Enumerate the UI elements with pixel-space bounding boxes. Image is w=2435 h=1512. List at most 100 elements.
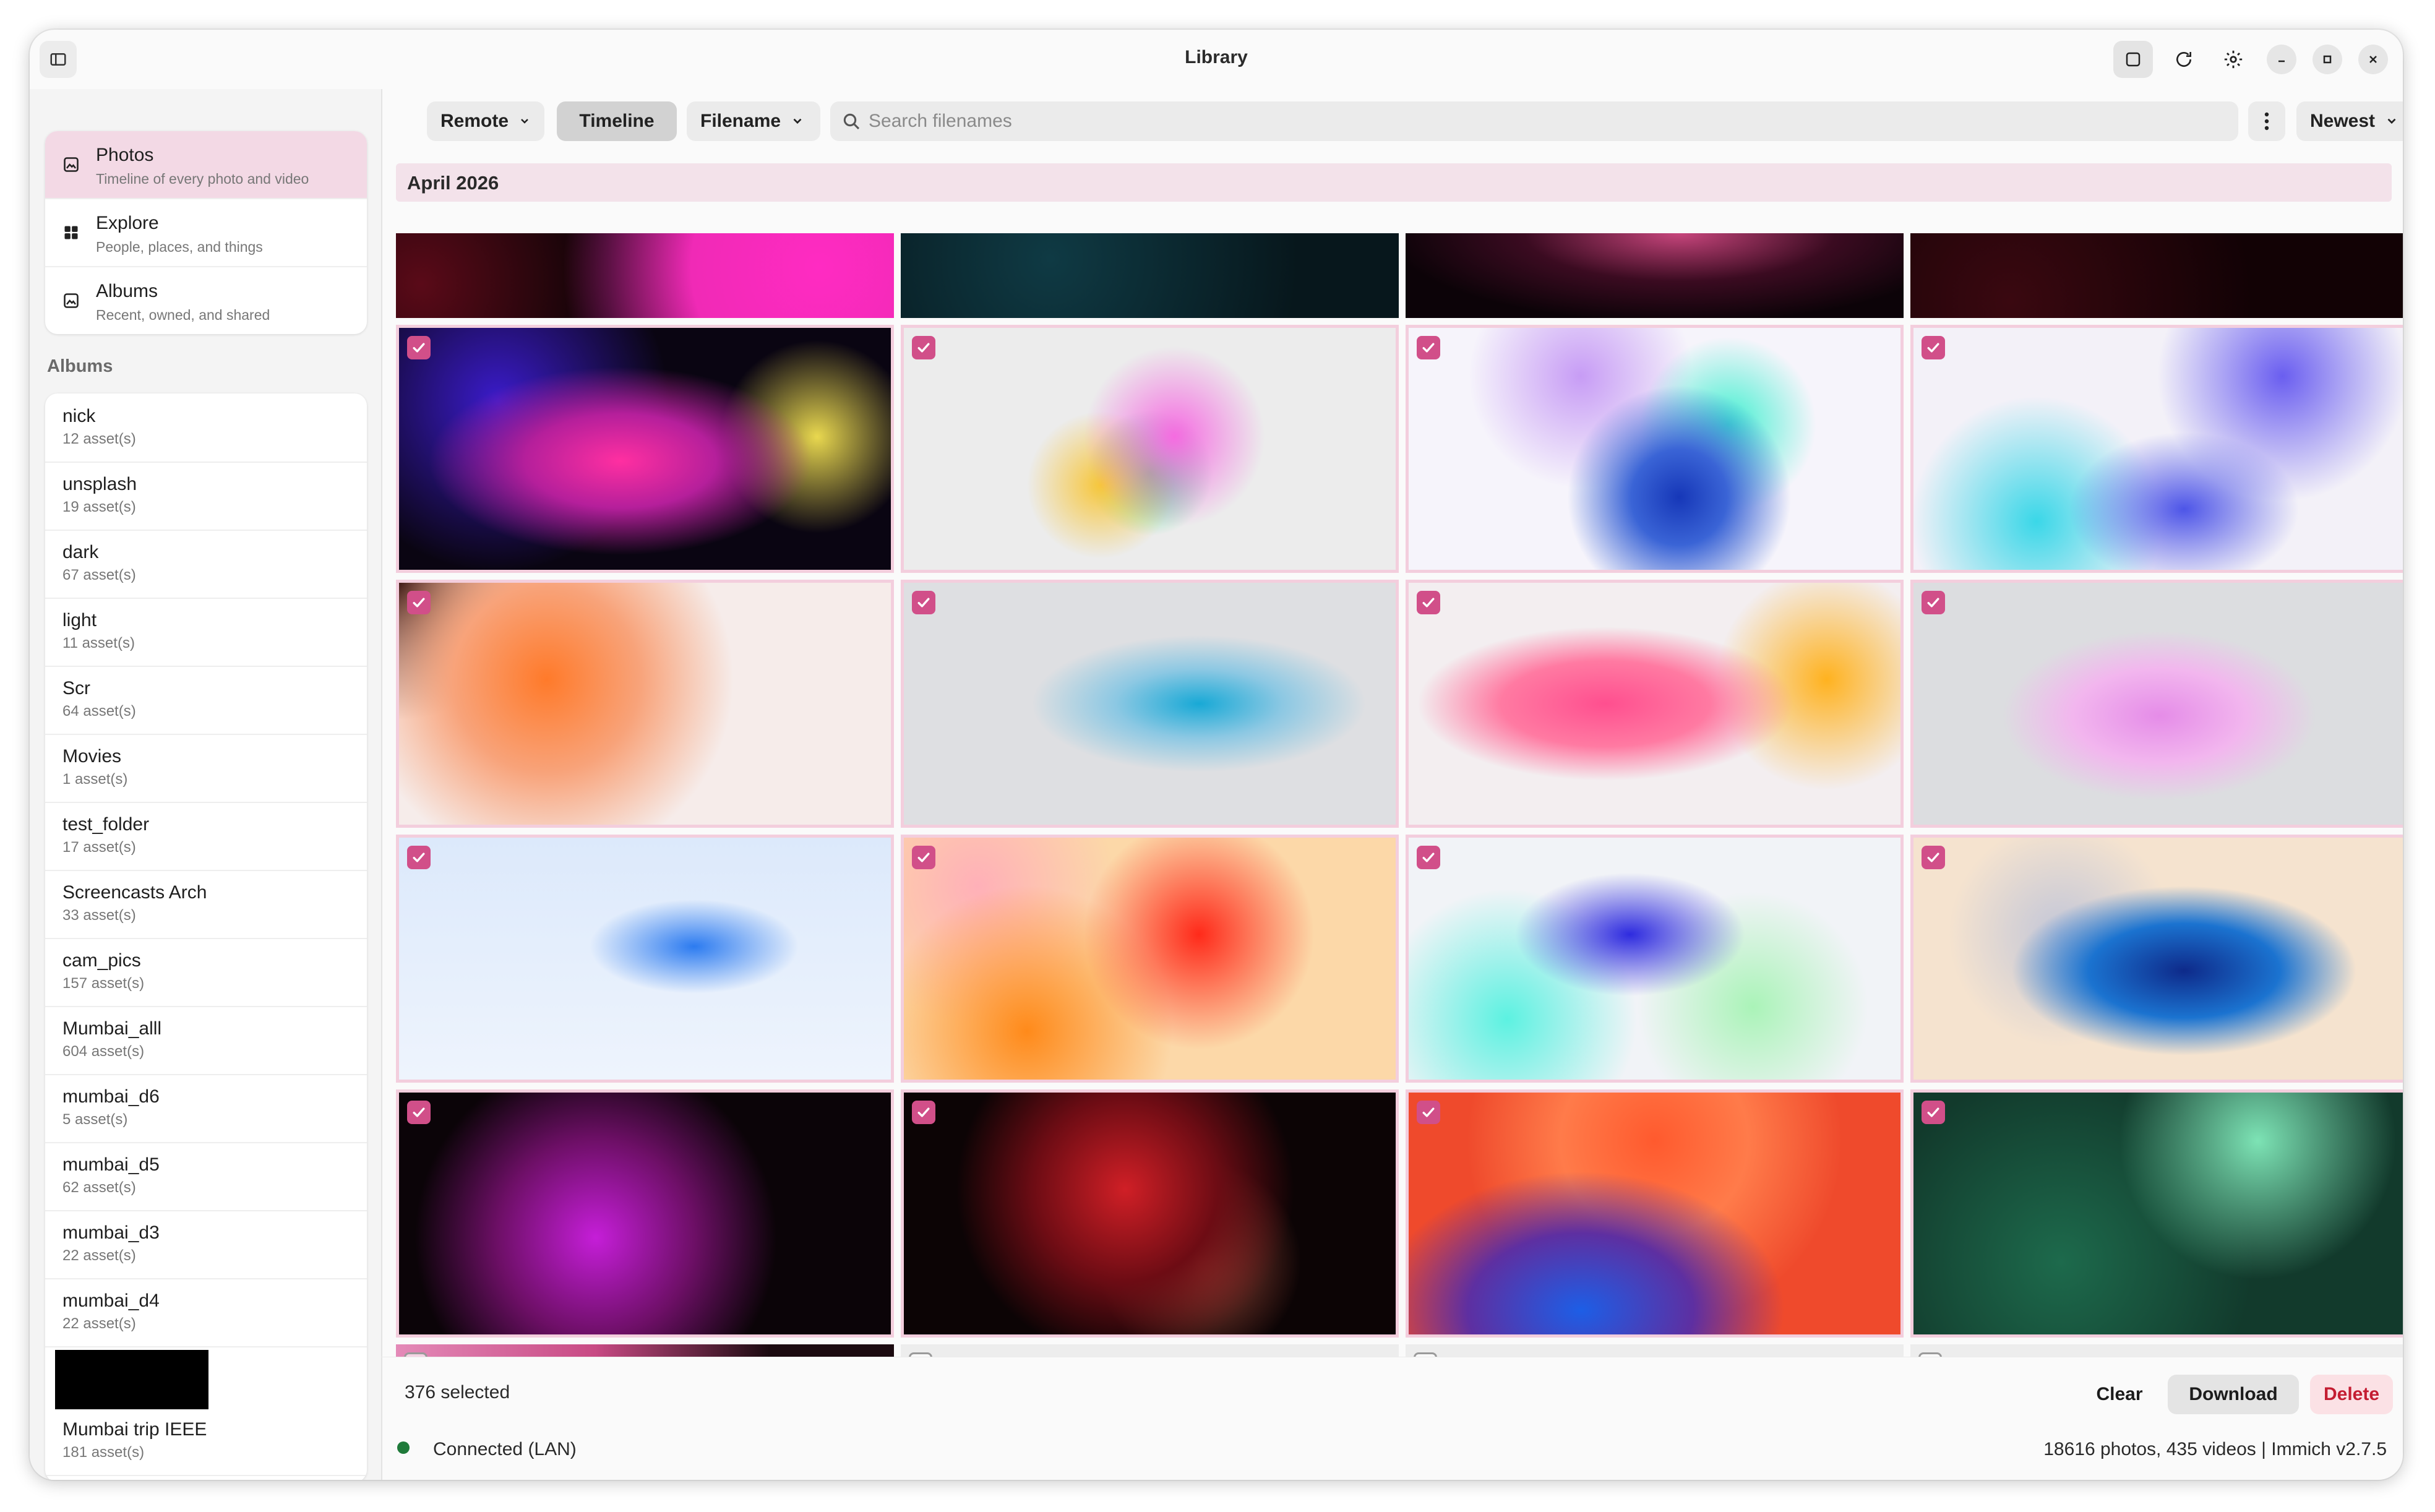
photo-tile[interactable] (901, 233, 1399, 318)
photo-tile[interactable] (901, 1089, 1399, 1338)
sort-order-dropdown[interactable]: Newest (2296, 101, 2403, 141)
checkbox-unchecked-icon[interactable] (1414, 1352, 1437, 1357)
album-item[interactable]: Mumbai_alll 604 asset(s) (45, 1006, 367, 1075)
photo-tile[interactable] (1406, 325, 1904, 573)
album-item[interactable]: mumbai_d6 5 asset(s) (45, 1074, 367, 1143)
source-label: Remote (440, 111, 509, 131)
chevron-down-icon (793, 118, 802, 124)
photo-tile[interactable] (1406, 835, 1904, 1083)
album-item[interactable]: unsplash 19 asset(s) (45, 462, 367, 531)
sidebar: Photos Timeline of every photo and video E… (30, 89, 382, 1480)
clear-selection-button[interactable]: Clear (2082, 1375, 2157, 1414)
album-item[interactable]: Screencasts Arch 33 asset(s) (45, 870, 367, 939)
album-asset-count: 11 asset(s) (62, 635, 135, 651)
album-name: Mumbai_alll (62, 1018, 162, 1039)
album-name: cam_pics (62, 950, 141, 971)
status-bar: Connected (LAN) 18616 photos, 435 videos… (381, 1422, 2403, 1480)
sidebar-nav-photos[interactable]: Photos Timeline of every photo and video (45, 131, 367, 199)
checkbox-checked-icon[interactable] (1922, 1101, 1945, 1124)
checkbox-unchecked-icon[interactable] (1918, 1352, 1942, 1357)
photo-tile[interactable] (1406, 233, 1904, 318)
photo-tile[interactable] (901, 1344, 1399, 1357)
photo-tile[interactable] (396, 1344, 894, 1357)
date-section-label: April 2026 (407, 172, 499, 194)
sort-field-dropdown[interactable]: Filename (687, 101, 820, 141)
checkbox-checked-icon[interactable] (407, 1101, 431, 1124)
checkbox-checked-icon[interactable] (1417, 846, 1440, 869)
photo-tile[interactable] (1406, 580, 1904, 828)
checkbox-checked-icon[interactable] (407, 336, 431, 359)
search-box[interactable] (830, 101, 2238, 141)
image-icon (62, 156, 80, 173)
album-item[interactable]: light 11 asset(s) (45, 598, 367, 667)
window-title: Library (1185, 47, 1248, 67)
checkbox-checked-icon[interactable] (912, 591, 935, 614)
photo-tile[interactable] (1406, 1344, 1904, 1357)
album-item[interactable]: mumbai_d5 62 asset(s) (45, 1142, 367, 1211)
photo-tile[interactable] (901, 835, 1399, 1083)
photo-tile[interactable] (396, 325, 894, 573)
photo-tile[interactable] (396, 580, 894, 828)
album-item[interactable]: dark 67 asset(s) (45, 530, 367, 599)
delete-button[interactable]: Delete (2310, 1375, 2393, 1414)
photo-tile[interactable] (1910, 580, 2403, 828)
photo-tile[interactable] (1910, 325, 2403, 573)
checkbox-checked-icon[interactable] (912, 1101, 935, 1124)
search-input[interactable] (869, 101, 2223, 141)
checkbox-checked-icon[interactable] (1922, 591, 1945, 614)
sidebar-nav-explore[interactable]: Explore People, places, and things (45, 199, 367, 267)
photo-tile[interactable] (1910, 233, 2403, 318)
timeline-toggle[interactable]: Timeline (557, 101, 677, 141)
search-icon (843, 113, 860, 130)
checkbox-checked-icon[interactable] (1922, 846, 1945, 869)
album-item[interactable]: test_folder 17 asset(s) (45, 802, 367, 871)
settings-button[interactable] (2215, 41, 2252, 78)
album-item[interactable]: Movies 1 asset(s) (45, 734, 367, 803)
album-asset-count: 62 asset(s) (62, 1179, 136, 1196)
view-toggle-button[interactable] (2113, 41, 2153, 78)
checkbox-checked-icon[interactable] (912, 336, 935, 359)
photo-tile[interactable] (1910, 835, 2403, 1083)
photo-tile[interactable] (396, 835, 894, 1083)
photo-tile[interactable] (396, 233, 894, 318)
photo-tile[interactable] (901, 580, 1399, 828)
album-item[interactable]: Mumbai trip IEEE 181 asset(s) (45, 1407, 367, 1476)
album-item[interactable]: nick 12 asset(s) (45, 393, 367, 463)
checkbox-checked-icon[interactable] (407, 591, 431, 614)
photo-tile[interactable] (396, 1089, 894, 1338)
checkbox-checked-icon[interactable] (1922, 336, 1945, 359)
album-asset-count: 33 asset(s) (62, 907, 136, 924)
checkbox-checked-icon[interactable] (912, 846, 935, 869)
photo-tile[interactable] (1910, 1344, 2403, 1357)
close-button[interactable] (2358, 45, 2388, 74)
maximize-button[interactable] (2313, 45, 2342, 74)
album-name: nick (62, 406, 96, 426)
photo-tile[interactable] (1910, 1089, 2403, 1338)
album-item[interactable]: mumbai_d4 22 asset(s) (45, 1278, 367, 1347)
checkbox-checked-icon[interactable] (1417, 1101, 1440, 1124)
minimize-button[interactable] (2267, 45, 2296, 74)
album-asset-count: 17 asset(s) (62, 839, 136, 856)
checkbox-unchecked-icon[interactable] (909, 1352, 932, 1357)
source-dropdown[interactable]: Remote (427, 101, 544, 141)
checkbox-checked-icon[interactable] (1417, 336, 1440, 359)
photo-tile[interactable] (901, 325, 1399, 573)
checkbox-checked-icon[interactable] (1417, 591, 1440, 614)
album-list[interactable]: nick 12 asset(s) unsplash 19 asset(s) dark 67… (45, 393, 367, 1480)
album-item[interactable]: Scr 64 asset(s) (45, 666, 367, 735)
album-item[interactable]: cam_pics 157 asset(s) (45, 938, 367, 1007)
album-item[interactable]: mumbai_d3 22 asset(s) (45, 1210, 367, 1279)
refresh-button[interactable] (2165, 41, 2202, 78)
photo-tile[interactable] (1406, 1089, 1904, 1338)
checkbox-checked-icon[interactable] (407, 846, 431, 869)
download-button[interactable]: Download (2168, 1375, 2299, 1414)
checkbox-unchecked-icon[interactable] (404, 1352, 427, 1357)
more-options-button[interactable] (2248, 101, 2285, 141)
sidebar-nav-albums[interactable]: Albums Recent, owned, and shared (45, 267, 367, 334)
album-asset-count: 12 asset(s) (62, 431, 136, 447)
grid-icon (62, 224, 80, 241)
nav-item-subtitle: People, places, and things (96, 239, 263, 255)
album-name: test_folder (62, 814, 150, 835)
album-cover-thumbnail[interactable] (55, 1350, 208, 1409)
album-asset-count: 64 asset(s) (62, 703, 136, 719)
